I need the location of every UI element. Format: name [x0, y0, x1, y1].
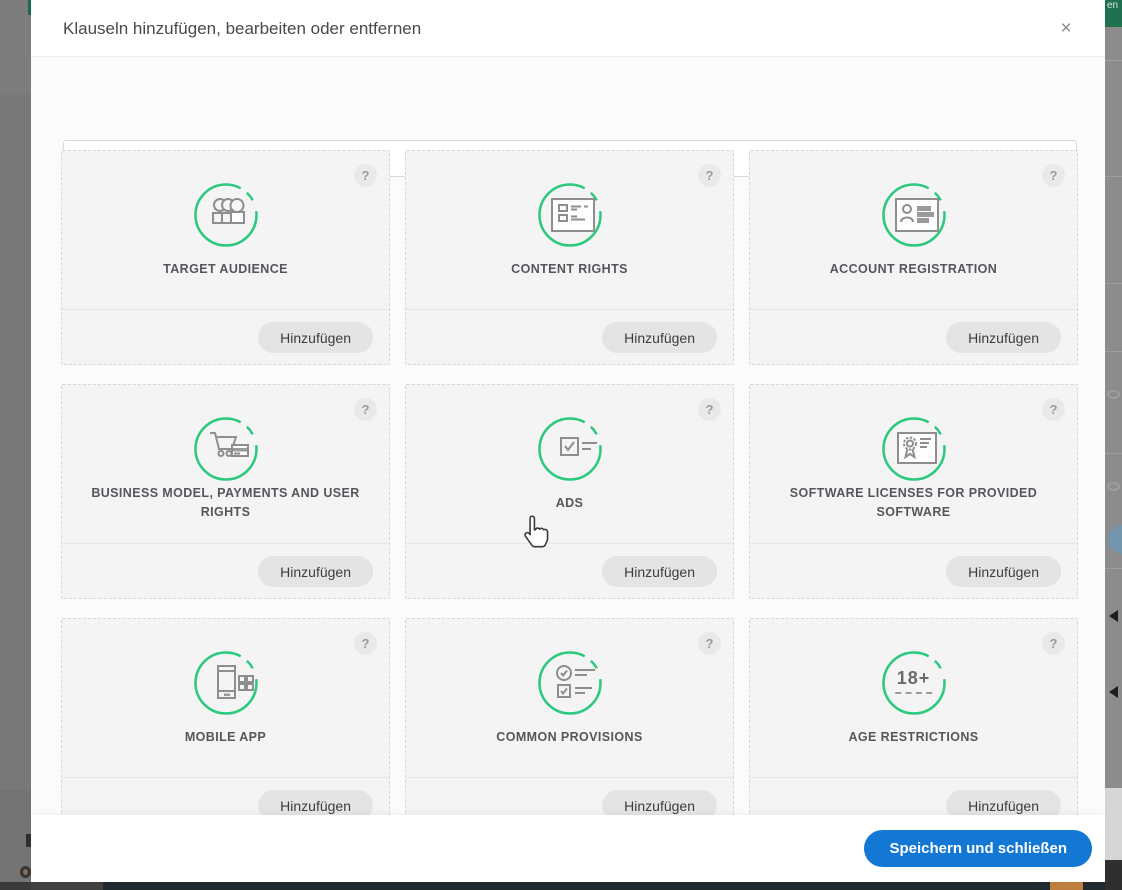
clause-card-ads[interactable]: ? ADS Hinzufügen: [405, 384, 734, 599]
ads-icon: [537, 416, 603, 482]
clause-card-label: SOFTWARE LICENSES FOR PROVIDED SOFTWARE: [789, 486, 1038, 519]
common-provisions-icon: [537, 650, 603, 716]
help-icon[interactable]: ?: [354, 632, 377, 655]
add-clause-button[interactable]: Hinzufügen: [258, 556, 373, 587]
age-restrictions-icon: 18+: [881, 650, 947, 716]
clause-card-mobile-app[interactable]: ? MOBILE APP Hinzufügen: [61, 618, 390, 815]
background-page-left: [0, 0, 31, 890]
add-clause-button[interactable]: Hinzufügen: [946, 556, 1061, 587]
card-footer: Hinzufügen: [406, 544, 733, 598]
background-collapse-arrow-icon: [1109, 686, 1118, 698]
help-icon[interactable]: ?: [354, 398, 377, 421]
background-collapse-arrow-icon: [1109, 610, 1118, 622]
background-divider: [1105, 176, 1122, 177]
add-clause-button[interactable]: Hinzufügen: [602, 322, 717, 353]
clause-cards-grid: ? TARGET AUDIENCE Hinzufügen? CONTENT RIGHT…: [61, 150, 1078, 815]
background-page-right: en: [1105, 0, 1122, 890]
clause-card-label: AGE RESTRICTIONS: [848, 729, 979, 744]
close-icon[interactable]: ×: [1053, 16, 1079, 42]
help-icon[interactable]: ?: [698, 632, 721, 655]
card-footer: Hinzufügen: [406, 310, 733, 364]
background-shade: [0, 0, 31, 95]
background-icon-fragment: [1107, 390, 1120, 399]
add-clause-button[interactable]: Hinzufügen: [946, 322, 1061, 353]
mobile-app-icon: [193, 650, 259, 716]
clause-card-label: ADS: [555, 495, 584, 510]
add-clause-button[interactable]: Hinzufügen: [258, 322, 373, 353]
background-bottom-bar-segment: [1050, 882, 1083, 890]
card-footer: Hinzufügen: [62, 310, 389, 364]
card-footer: Hinzufügen: [406, 778, 733, 815]
background-bottom-bar: [31, 882, 1105, 890]
background-blue-button-fragment: [1108, 525, 1122, 554]
clause-card-business-model[interactable]: ? BUSINESS MODEL, PAYMENTS AND USER RIGHT…: [61, 384, 390, 599]
clause-card-label: ACCOUNT REGISTRATION: [829, 261, 998, 276]
modal-body: ? TARGET AUDIENCE Hinzufügen? CONTENT RIGHT…: [31, 57, 1105, 815]
background-bottom-bar-segment: [31, 882, 103, 890]
background-bottom-bar: [1105, 860, 1122, 890]
background-bottom-bar: [0, 882, 31, 890]
clause-card-label: MOBILE APP: [184, 729, 267, 744]
card-footer: Hinzufügen: [750, 778, 1077, 815]
add-clause-button[interactable]: Hinzufügen: [258, 790, 373, 815]
clause-card-label: BUSINESS MODEL, PAYMENTS AND USER RIGHTS: [91, 486, 360, 519]
card-footer: Hinzufügen: [62, 778, 389, 815]
add-clause-button[interactable]: Hinzufügen: [602, 556, 717, 587]
background-divider: [1105, 453, 1122, 454]
clause-card-common-provisions[interactable]: ? COMMON PROVISIONS Hinzufügen: [405, 618, 734, 815]
background-divider: [1105, 351, 1122, 352]
modal-header: Klauseln hinzufügen, bearbeiten oder ent…: [31, 0, 1105, 57]
background-divider: [1105, 283, 1122, 284]
content-rights-icon: [537, 182, 603, 248]
add-clause-button[interactable]: Hinzufügen: [602, 790, 717, 815]
card-footer: Hinzufügen: [62, 544, 389, 598]
clause-card-content-rights[interactable]: ? CONTENT RIGHTS Hinzufügen: [405, 150, 734, 365]
background-divider: [1105, 568, 1122, 569]
card-footer: Hinzufügen: [750, 310, 1077, 364]
background-footer-fragment: [1105, 788, 1122, 860]
clause-card-software-licenses[interactable]: ? SOFTWARE LICENSES FOR PROVIDED SOFTWARE…: [749, 384, 1078, 599]
account-registration-icon: [881, 182, 947, 248]
help-icon[interactable]: ?: [698, 398, 721, 421]
help-icon[interactable]: ?: [1042, 398, 1065, 421]
help-icon[interactable]: ?: [354, 164, 377, 187]
background-divider: [1105, 60, 1122, 61]
help-icon[interactable]: ?: [698, 164, 721, 187]
screen: en Klauseln hinzufügen, bearbeiten oder …: [0, 0, 1122, 890]
clause-card-label: TARGET AUDIENCE: [163, 261, 288, 276]
software-licenses-icon: [881, 416, 947, 482]
background-green-button-fragment: en: [1105, 0, 1122, 27]
clause-card-target-audience[interactable]: ? TARGET AUDIENCE Hinzufügen: [61, 150, 390, 365]
clauses-modal: Klauseln hinzufügen, bearbeiten oder ent…: [31, 0, 1105, 882]
target-audience-icon: [193, 182, 259, 248]
add-clause-button[interactable]: Hinzufügen: [946, 790, 1061, 815]
modal-title: Klauseln hinzufügen, bearbeiten oder ent…: [63, 19, 422, 38]
business-model-icon: [193, 416, 259, 482]
save-and-close-button[interactable]: Speichern und schließen: [864, 830, 1092, 867]
background-text-fragment: [20, 866, 31, 878]
modal-footer: Speichern und schließen: [31, 815, 1105, 882]
clause-card-label: CONTENT RIGHTS: [511, 261, 628, 276]
background-icon-fragment: [1107, 482, 1120, 491]
clause-card-account-registration[interactable]: ? ACCOUNT REGISTRATION Hinzufügen: [749, 150, 1078, 365]
clause-card-label: COMMON PROVISIONS: [496, 729, 643, 744]
help-icon[interactable]: ?: [1042, 164, 1065, 187]
help-icon[interactable]: ?: [1042, 632, 1065, 655]
card-footer: Hinzufügen: [750, 544, 1077, 598]
age-18-plus-text: 18+: [894, 668, 933, 694]
clause-card-age-restrictions[interactable]: ? 18+ AGE RESTRICTIONS Hinzufügen: [749, 618, 1078, 815]
